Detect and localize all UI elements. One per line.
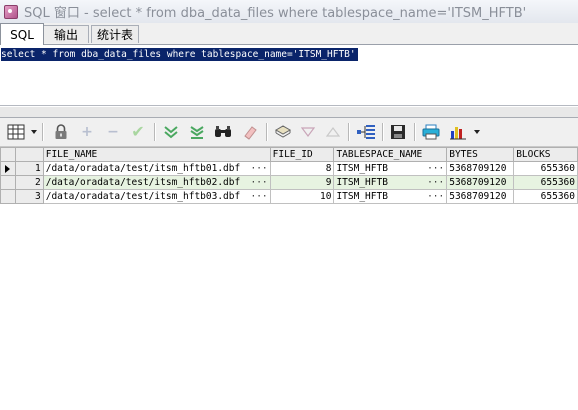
cell-blocks[interactable]: 655360 [513, 189, 578, 204]
title-bar: SQL 窗口 - select * from dba_data_files wh… [0, 0, 578, 24]
save-icon[interactable] [388, 122, 408, 142]
pane-splitter[interactable] [0, 106, 578, 118]
cell-ellipsis-button[interactable]: ··· [248, 177, 267, 189]
column-header-tablespace-name[interactable]: TABLESPACE_NAME [333, 147, 448, 162]
delete-record-icon[interactable]: − [103, 122, 123, 142]
row-indicator [0, 175, 16, 190]
result-toolbar: + − ✔ [0, 118, 578, 147]
grid-layout-icon[interactable] [6, 122, 26, 142]
table-row[interactable]: 3 /data/oradata/test/itsm_hftb03.dbf ··· … [0, 189, 578, 204]
tab-sql[interactable]: SQL [0, 23, 44, 45]
sort-ascending-icon[interactable] [323, 122, 343, 142]
column-header-file-id[interactable]: FILE_ID [269, 147, 335, 162]
chevron-down-icon[interactable] [31, 130, 37, 134]
table-row[interactable]: 2 /data/oradata/test/itsm_hftb02.dbf ··· … [0, 175, 578, 190]
cell-tablespace-name[interactable]: ITSM_HFTB ··· [333, 189, 448, 204]
table-row[interactable]: 1 /data/oradata/test/itsm_hftb01.dbf ··· … [0, 161, 578, 176]
cell-file-name[interactable]: /data/oradata/test/itsm_hftb01.dbf ··· [42, 161, 271, 176]
cell-file-id[interactable]: 8 [269, 161, 335, 176]
column-header-file-name[interactable]: FILE_NAME [42, 147, 271, 162]
export-tree-icon[interactable] [356, 122, 376, 142]
cell-ellipsis-button[interactable]: ··· [425, 191, 444, 203]
cell-bytes[interactable]: 5368709120 [446, 175, 515, 190]
tab-strip: SQL 输出 统计表 [0, 23, 578, 45]
cell-file-name[interactable]: /data/oradata/test/itsm_hftb03.dbf ··· [42, 189, 271, 204]
toolbar-separator [154, 123, 156, 141]
toolbar-separator [266, 123, 268, 141]
rownum-header [14, 147, 44, 162]
cell-ellipsis-button[interactable]: ··· [425, 177, 444, 189]
tab-statistics[interactable]: 统计表 [91, 25, 139, 43]
tablespace-name-value: ITSM_HFTB [336, 177, 388, 188]
cell-tablespace-name[interactable]: ITSM_HFTB ··· [333, 161, 448, 176]
column-header-blocks[interactable]: BLOCKS [513, 147, 578, 162]
post-changes-icon[interactable]: ✔ [128, 122, 148, 142]
add-record-icon[interactable]: + [77, 122, 97, 142]
row-number: 3 [14, 189, 44, 204]
column-header-bytes[interactable]: BYTES [446, 147, 515, 162]
cell-ellipsis-button[interactable]: ··· [425, 163, 444, 175]
file-name-value: /data/oradata/test/itsm_hftb01.dbf [45, 163, 241, 174]
sort-descending-icon[interactable] [298, 122, 318, 142]
cell-tablespace-name[interactable]: ITSM_HFTB ··· [333, 175, 448, 190]
tablespace-name-value: ITSM_HFTB [336, 191, 388, 202]
cell-file-id[interactable]: 10 [269, 189, 335, 204]
lock-icon[interactable] [51, 122, 71, 142]
toolbar-separator [348, 123, 350, 141]
fetch-next-icon[interactable] [161, 122, 181, 142]
find-icon[interactable] [213, 122, 233, 142]
clear-icon[interactable] [240, 122, 260, 142]
sql-editor[interactable]: select * from dba_data_files where table… [0, 45, 578, 106]
cell-ellipsis-button[interactable]: ··· [248, 191, 267, 203]
tab-output[interactable]: 输出 [43, 25, 89, 43]
row-indicator [0, 189, 16, 204]
cell-blocks[interactable]: 655360 [513, 161, 578, 176]
toolbar-separator [42, 123, 44, 141]
toolbar-separator [382, 123, 384, 141]
chart-icon[interactable] [448, 122, 468, 142]
cell-ellipsis-button[interactable]: ··· [248, 163, 267, 175]
current-row-indicator [0, 161, 16, 176]
arrow-right-icon [5, 164, 11, 173]
toolbar-separator [414, 123, 416, 141]
cell-bytes[interactable]: 5368709120 [446, 161, 515, 176]
print-icon[interactable] [421, 122, 441, 142]
results-grid[interactable]: FILE_NAME FILE_ID TABLESPACE_NAME BYTES … [0, 147, 578, 410]
row-number: 2 [14, 175, 44, 190]
row-number: 1 [14, 161, 44, 176]
chevron-down-icon[interactable] [474, 130, 480, 134]
window-title: SQL 窗口 - select * from dba_data_files wh… [24, 6, 527, 21]
cell-file-name[interactable]: /data/oradata/test/itsm_hftb02.dbf ··· [42, 175, 271, 190]
cell-blocks[interactable]: 655360 [513, 175, 578, 190]
results-table: FILE_NAME FILE_ID TABLESPACE_NAME BYTES … [0, 147, 578, 204]
sql-text-selected[interactable]: select * from dba_data_files where table… [1, 48, 358, 61]
fetch-all-icon[interactable] [187, 122, 207, 142]
file-name-value: /data/oradata/test/itsm_hftb03.dbf [45, 191, 241, 202]
file-name-value: /data/oradata/test/itsm_hftb02.dbf [45, 177, 241, 188]
tablespace-name-value: ITSM_HFTB [336, 163, 388, 174]
header-row: FILE_NAME FILE_ID TABLESPACE_NAME BYTES … [0, 147, 578, 162]
sql-window-icon [4, 4, 18, 19]
query-by-example-icon[interactable] [273, 122, 293, 142]
sql-window: SQL 窗口 - select * from dba_data_files wh… [0, 0, 578, 410]
cell-file-id[interactable]: 9 [269, 175, 335, 190]
indicator-header [0, 147, 16, 162]
cell-bytes[interactable]: 5368709120 [446, 189, 515, 204]
